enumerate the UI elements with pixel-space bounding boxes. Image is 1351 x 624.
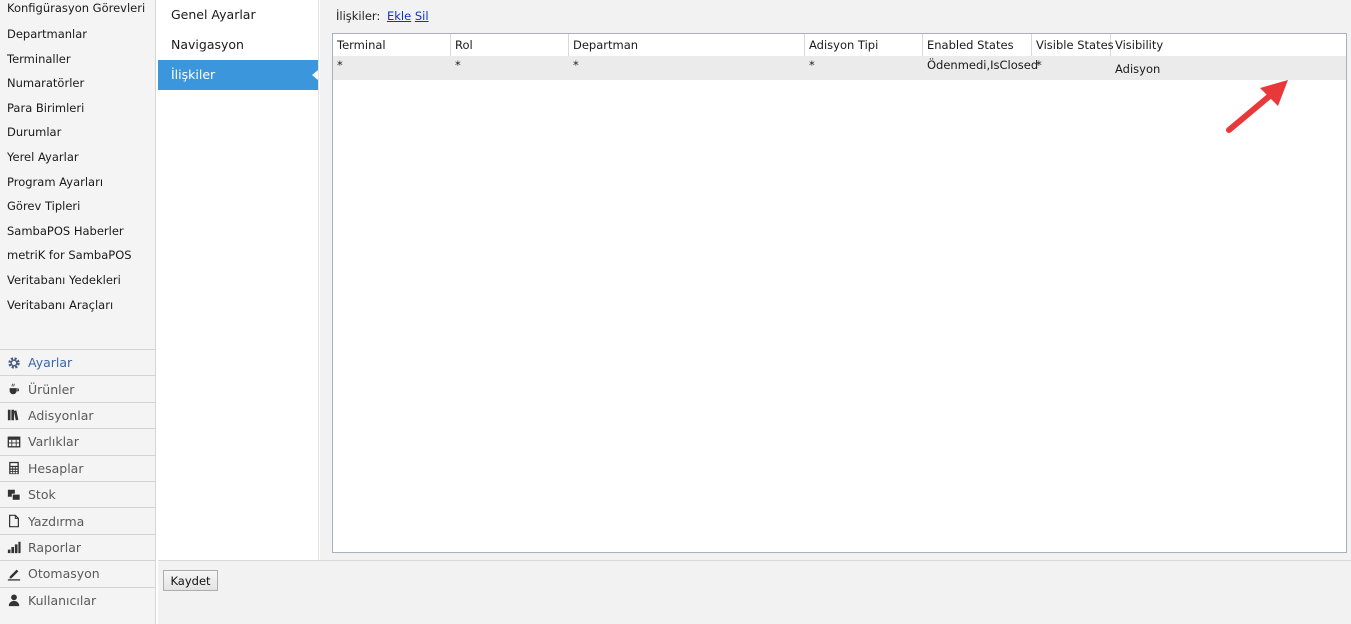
nav-item-urunler[interactable]: Ürünler	[0, 375, 156, 401]
column-header-departman[interactable]: Departman	[569, 34, 805, 56]
nav-item-label: Otomasyon	[28, 566, 100, 582]
column-header-rol[interactable]: Rol	[451, 34, 569, 56]
cell-departman[interactable]: *	[569, 56, 805, 80]
column-header-terminal[interactable]: Terminal	[333, 34, 451, 56]
column-header-adisyon-tipi[interactable]: Adisyon Tipi	[805, 34, 923, 56]
annotation-arrow-icon	[1226, 80, 1288, 133]
config-item-para-birimleri[interactable]: Para Birimleri	[0, 96, 156, 121]
pen-icon	[7, 567, 21, 581]
config-item-sambapos-haberler[interactable]: SambaPOS Haberler	[0, 219, 156, 244]
config-item-numaratorler[interactable]: Numaratörler	[0, 71, 156, 96]
relations-editor: İlişkiler: Ekle Sil Terminal Rol Departm…	[320, 0, 1351, 560]
footer-bar: Kaydet	[158, 560, 1351, 624]
grid-header-row: Terminal Rol Departman Adisyon Tipi Enab…	[333, 34, 1346, 56]
save-button[interactable]: Kaydet	[163, 570, 218, 591]
nav-item-label: Raporlar	[28, 539, 82, 555]
cell-enabled-states[interactable]: Ödenmedi,IsClosed	[923, 56, 1038, 80]
table-row[interactable]: * * * * Ödenmedi,IsClosed * Adisyon	[333, 56, 1346, 80]
gear-icon	[7, 356, 21, 370]
nav-item-otomasyon[interactable]: Otomasyon	[0, 560, 156, 586]
config-item-veritabani-araclari[interactable]: Veritabanı Araçları	[0, 293, 156, 318]
bar-chart-icon	[7, 540, 21, 554]
config-item-departmanlar[interactable]: Departmanlar	[0, 22, 156, 47]
relations-label: İlişkiler:	[336, 9, 381, 23]
config-item-veritabani-yedekleri[interactable]: Veritabanı Yedekleri	[0, 268, 156, 293]
user-icon	[7, 593, 21, 607]
column-header-visibility[interactable]: Visibility	[1111, 34, 1347, 56]
nav-item-kullanicilar[interactable]: Kullanıcılar	[0, 586, 156, 613]
nav-item-varliklar[interactable]: Varlıklar	[0, 428, 156, 454]
add-link[interactable]: Ekle	[387, 9, 411, 23]
config-item-konfigurasyon-gorevleri[interactable]: Konfigürasyon Görevleri	[0, 0, 156, 16]
nav-item-yazdirma[interactable]: Yazdırma	[0, 507, 156, 533]
calculator-icon	[7, 461, 21, 475]
cell-visible-states[interactable]: *	[1032, 56, 1111, 80]
cell-adisyon-tipi[interactable]: *	[805, 56, 923, 80]
config-item-gorev-tipleri[interactable]: Görev Tipleri	[0, 194, 156, 219]
nav-item-label: Varlıklar	[28, 434, 79, 450]
cell-rol[interactable]: *	[451, 56, 569, 80]
section-genel-ayarlar[interactable]: Genel Ayarlar	[158, 0, 318, 30]
left-sidebar: Konfigürasyon Görevleri Departmanlar Ter…	[0, 0, 156, 624]
cell-terminal[interactable]: *	[333, 56, 451, 80]
coffee-icon	[7, 382, 21, 396]
delete-link[interactable]: Sil	[415, 9, 429, 23]
relations-toolbar: İlişkiler: Ekle Sil	[336, 9, 429, 23]
relations-grid: Terminal Rol Departman Adisyon Tipi Enab…	[332, 33, 1347, 553]
config-item-yerel-ayarlar[interactable]: Yerel Ayarlar	[0, 145, 156, 170]
nav-item-label: Yazdırma	[28, 513, 85, 529]
settings-section-list: Genel Ayarlar Navigasyon Seçenekleri İli…	[158, 0, 319, 560]
nav-item-label: Ayarlar	[28, 355, 73, 371]
config-item-metrik[interactable]: metriK for SambaPOS	[0, 243, 156, 268]
nav-item-label: Ürünler	[28, 381, 75, 397]
nav-item-hesaplar[interactable]: Hesaplar	[0, 454, 156, 481]
nav-item-label: Adisyonlar	[28, 407, 94, 423]
config-item-terminaller[interactable]: Terminaller	[0, 47, 156, 72]
column-header-enabled-states[interactable]: Enabled States	[923, 34, 1032, 56]
nav-item-ayarlar[interactable]: Ayarlar	[0, 349, 156, 375]
config-item-durumlar[interactable]: Durumlar	[0, 120, 156, 145]
column-header-visible-states[interactable]: Visible States	[1032, 34, 1114, 56]
main-navigation: Ayarlar Ürünler Adisyonlar Varlıklar Hes…	[0, 349, 156, 613]
boxes-icon	[7, 488, 21, 502]
section-navigasyon-secenekleri[interactable]: Navigasyon Seçenekleri	[158, 30, 318, 82]
document-icon	[7, 514, 21, 528]
config-item-program-ayarlari[interactable]: Program Ayarları	[0, 170, 156, 195]
table-icon	[7, 435, 21, 449]
config-task-list: Konfigürasyon Görevleri Departmanlar Ter…	[0, 0, 156, 317]
nav-item-adisyonlar[interactable]: Adisyonlar	[0, 401, 156, 428]
nav-item-label: Stok	[28, 487, 56, 503]
nav-item-raporlar[interactable]: Raporlar	[0, 533, 156, 560]
section-iliskiler[interactable]: İlişkiler	[158, 60, 318, 90]
books-icon	[7, 408, 21, 422]
nav-item-label: Hesaplar	[28, 460, 84, 476]
nav-item-label: Kullanıcılar	[28, 592, 97, 608]
nav-item-stok[interactable]: Stok	[0, 480, 156, 507]
